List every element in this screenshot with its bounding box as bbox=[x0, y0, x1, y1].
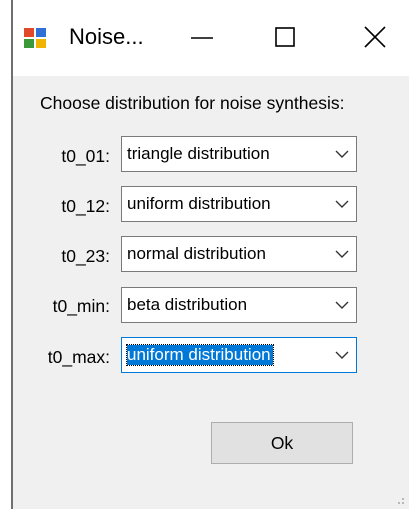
distribution-select-t0-min[interactable]: beta distribution bbox=[121, 287, 357, 323]
row-label-t0-max: t0_max: bbox=[47, 347, 110, 367]
row-label-t0-min: t0_min: bbox=[52, 296, 110, 316]
chevron-down-icon bbox=[335, 301, 349, 309]
prompt-label: Choose distribution for noise synthesis: bbox=[40, 93, 345, 113]
noise-dialog-window: Noise... Choose distribution for noise s… bbox=[0, 0, 409, 509]
close-icon bbox=[364, 26, 386, 48]
window-title: Noise... bbox=[69, 24, 144, 49]
row-label-t0-12: t0_12: bbox=[61, 196, 110, 216]
close-button[interactable] bbox=[348, 14, 404, 60]
chevron-down-icon bbox=[335, 150, 349, 158]
select-value: beta distribution bbox=[127, 295, 248, 314]
select-value: normal distribution bbox=[127, 244, 266, 263]
chevron-down-icon bbox=[335, 250, 349, 258]
distribution-select-t0-max[interactable]: uniform distribution bbox=[121, 337, 357, 373]
resize-grip-icon[interactable] bbox=[392, 492, 406, 506]
maximize-icon bbox=[275, 27, 295, 47]
maximize-button[interactable] bbox=[257, 14, 313, 60]
select-value: uniform distribution bbox=[127, 194, 271, 213]
app-icon bbox=[23, 27, 47, 49]
minimize-icon bbox=[191, 37, 213, 39]
chevron-down-icon bbox=[335, 200, 349, 208]
chevron-down-icon bbox=[335, 351, 349, 359]
distribution-select-t0-01[interactable]: triangle distribution bbox=[121, 136, 357, 172]
row-label-t0-01: t0_01: bbox=[61, 146, 110, 166]
select-value: triangle distribution bbox=[127, 144, 270, 163]
minimize-button[interactable] bbox=[174, 14, 230, 60]
row-label-t0-23: t0_23: bbox=[61, 246, 110, 266]
select-value-highlighted: uniform distribution bbox=[126, 344, 274, 366]
distribution-select-t0-23[interactable]: normal distribution bbox=[121, 236, 357, 272]
ok-button[interactable]: Ok bbox=[211, 422, 353, 464]
distribution-select-t0-12[interactable]: uniform distribution bbox=[121, 186, 357, 222]
